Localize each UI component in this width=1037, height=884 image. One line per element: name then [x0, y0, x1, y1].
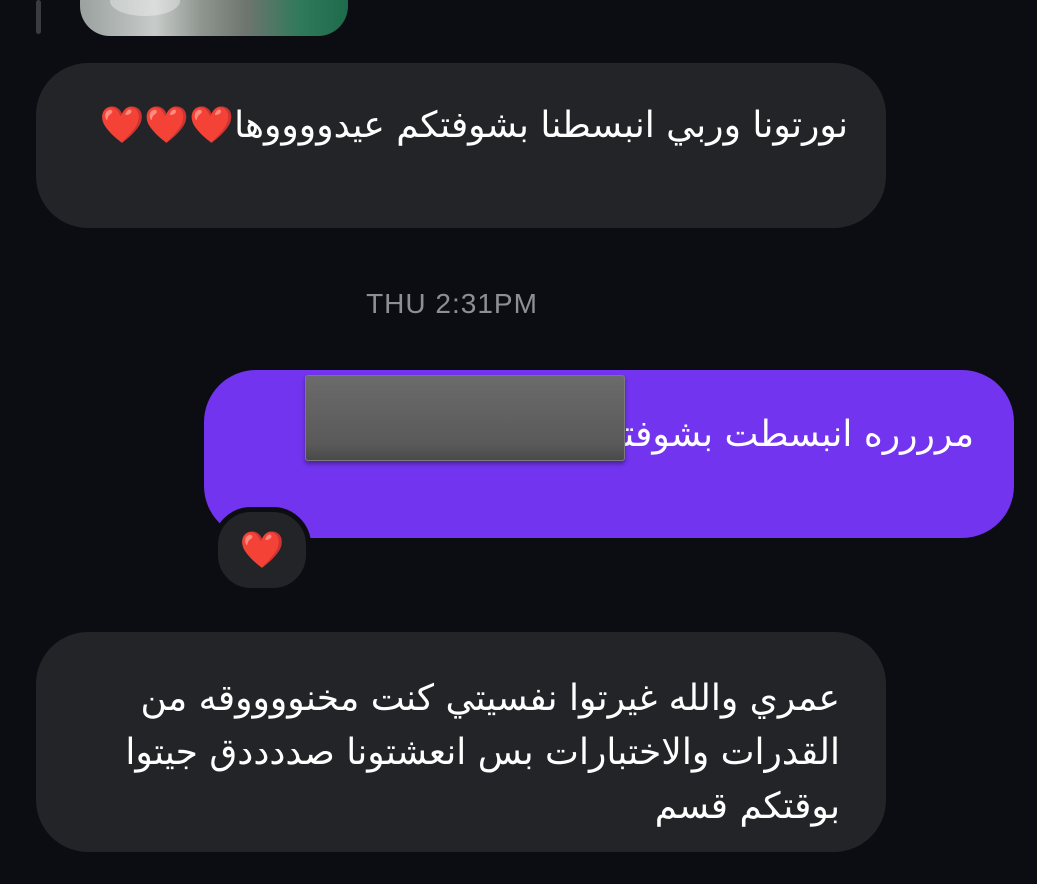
message-text: مرررره انبسطت بشوفتـ: [613, 414, 974, 455]
redaction-overlay: [305, 375, 625, 461]
heart-reaction-icon: ❤️: [239, 530, 285, 571]
shared-media-preview[interactable]: [80, 0, 348, 36]
incoming-message-bubble[interactable]: عمري والله غيرتوا نفسيتي كنت مخنووووقه م…: [36, 632, 886, 852]
reaction-badge[interactable]: ❤️: [213, 507, 311, 593]
message-timestamp: THU 2:31PM: [366, 288, 538, 319]
message-text: عمري والله غيرتوا نفسيتي كنت مخنووووقه م…: [125, 678, 840, 827]
thread-line: [36, 0, 41, 34]
incoming-message-bubble[interactable]: نورتونا وربي انبسطنا بشوفتكم عيدووووها❤️…: [36, 63, 886, 228]
message-text: نورتونا وربي انبسطنا بشوفتكم عيدووووها❤️…: [99, 105, 848, 146]
